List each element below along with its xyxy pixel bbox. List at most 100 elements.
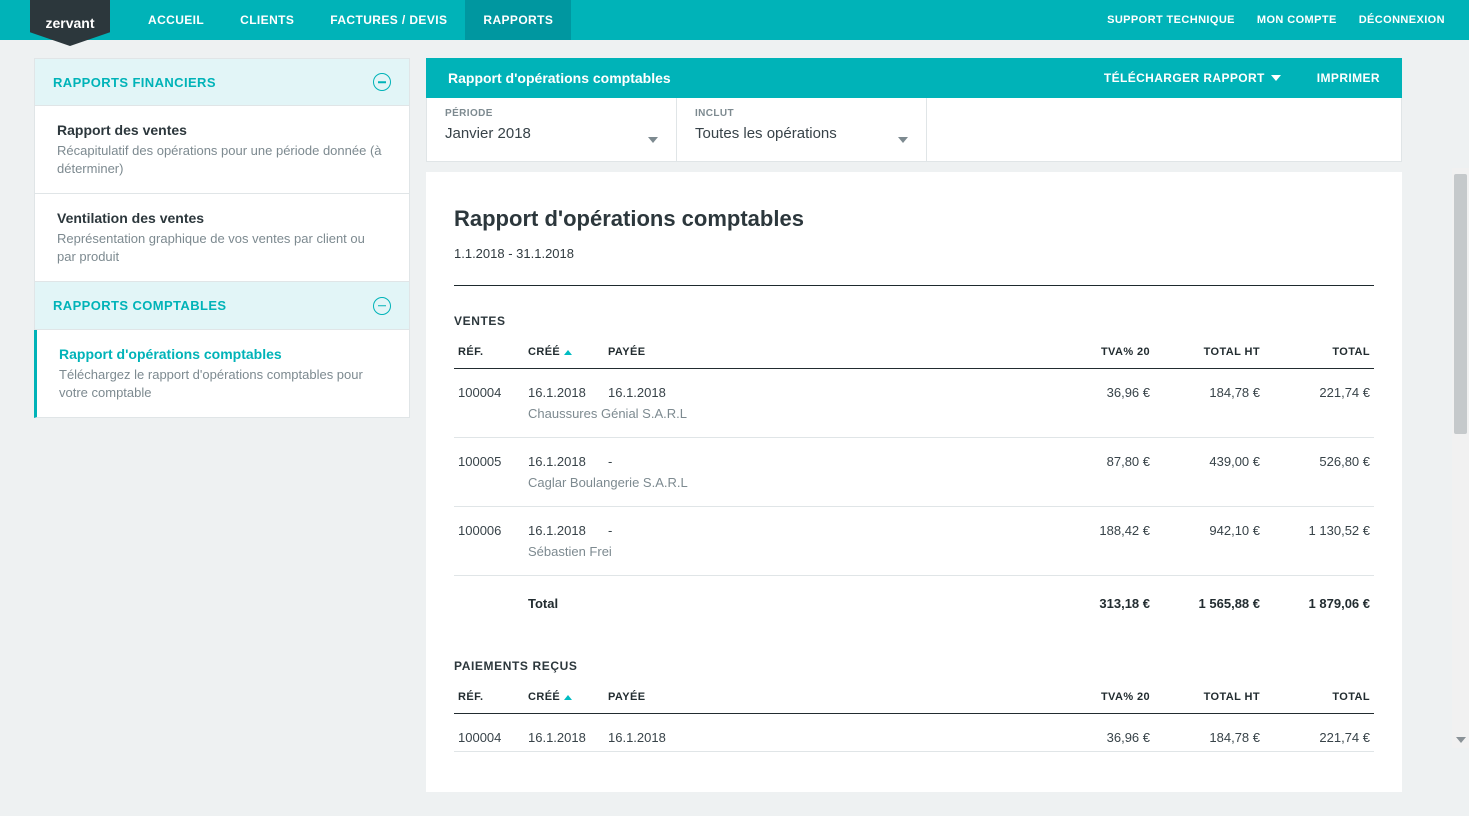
table-header-row: RÉF. CRÉÉ PAYÉE TVA% 20 TOTAL HT TOTAL [454, 338, 1374, 369]
main-header: Rapport d'opérations comptables TÉLÉCHAR… [426, 58, 1402, 98]
cell-client: Caglar Boulangerie S.A.R.L [524, 475, 1374, 507]
cell-total: 221,74 € [1264, 714, 1374, 752]
main-title: Rapport d'opérations comptables [448, 70, 671, 86]
filters-bar: PÉRIODE Janvier 2018 INCLUT Toutes les o… [426, 98, 1402, 162]
collapse-icon[interactable] [373, 73, 391, 91]
cell-ref: 100006 [454, 507, 524, 545]
section-financial-title: RAPPORTS FINANCIERS [53, 75, 216, 90]
sidebar-item-title: Rapport des ventes [57, 122, 387, 138]
group-paiements-title: PAIEMENTS REÇUS [454, 659, 1374, 673]
nav-accueil[interactable]: ACCUEIL [130, 0, 222, 40]
col-ref[interactable]: RÉF. [454, 683, 524, 714]
filter-period-label: PÉRIODE [445, 108, 658, 119]
sidebar-item-desc: Téléchargez le rapport d'opérations comp… [59, 366, 387, 401]
top-right-nav: SUPPORT TECHNIQUE MON COMPTE DÉCONNEXION [1107, 0, 1469, 40]
print-button[interactable]: IMPRIMER [1317, 71, 1380, 85]
filter-include-label: INCLUT [695, 108, 908, 119]
caret-down-icon [898, 137, 908, 143]
cell-ht: 942,10 € [1154, 507, 1264, 545]
nav-factures-devis[interactable]: FACTURES / DEVIS [312, 0, 465, 40]
filter-include[interactable]: INCLUT Toutes les opérations [677, 98, 927, 161]
sidebar-item-sales-breakdown[interactable]: Ventilation des ventes Représentation gr… [34, 194, 410, 282]
cell-created: 16.1.2018 [524, 438, 604, 476]
filter-period[interactable]: PÉRIODE Janvier 2018 [427, 98, 677, 161]
cell-vat: 36,96 € [1044, 369, 1154, 407]
col-created[interactable]: CRÉÉ [524, 683, 604, 714]
scroll-thumb[interactable] [1454, 174, 1467, 434]
col-vat[interactable]: TVA% 20 [1044, 683, 1154, 714]
sidebar-item-sales-report[interactable]: Rapport des ventes Récapitulatif des opé… [34, 106, 410, 194]
nav-rapports[interactable]: RAPPORTS [465, 0, 571, 40]
topbar: zervant ACCUEIL CLIENTS FACTURES / DEVIS… [0, 0, 1469, 40]
table-row: 100004 16.1.2018 16.1.2018 36,96 € 184,7… [454, 369, 1374, 407]
cell-vat: 188,42 € [1044, 507, 1154, 545]
cell-vat: 36,96 € [1044, 714, 1154, 752]
section-accounting-title: RAPPORTS COMPTABLES [53, 298, 226, 313]
nav-clients[interactable]: CLIENTS [222, 0, 312, 40]
cell-vat: 87,80 € [1044, 438, 1154, 476]
cell-ht: 439,00 € [1154, 438, 1264, 476]
table-paiements: RÉF. CRÉÉ PAYÉE TVA% 20 TOTAL HT TOTAL 1… [454, 683, 1374, 752]
sidebar: RAPPORTS FINANCIERS Rapport des ventes R… [0, 40, 426, 418]
report-scroll[interactable]: Rapport d'opérations comptables 1.1.2018… [426, 162, 1402, 816]
total-ht: 1 565,88 € [1154, 576, 1264, 632]
download-label: TÉLÉCHARGER RAPPORT [1104, 71, 1265, 85]
sort-asc-icon [564, 695, 572, 700]
link-logout[interactable]: DÉCONNEXION [1359, 14, 1445, 26]
filter-include-value: Toutes les opérations [695, 125, 908, 142]
total-label: Total [524, 576, 1044, 632]
table-ventes: RÉF. CRÉÉ PAYÉE TVA% 20 TOTAL HT TOTAL 1… [454, 338, 1374, 631]
caret-down-icon [648, 137, 658, 143]
table-total-row: Total 313,18 € 1 565,88 € 1 879,06 € [454, 576, 1374, 632]
section-financial-reports[interactable]: RAPPORTS FINANCIERS [34, 58, 410, 106]
divider [454, 285, 1374, 286]
scrollbar[interactable] [1452, 168, 1469, 748]
collapse-icon[interactable] [373, 297, 391, 315]
col-paid[interactable]: PAYÉE [604, 338, 1044, 369]
cell-paid: 16.1.2018 [604, 369, 1044, 407]
section-accounting-reports[interactable]: RAPPORTS COMPTABLES [34, 282, 410, 330]
logo[interactable]: zervant [30, 0, 110, 40]
table-row-client: Sébastien Frei [454, 544, 1374, 576]
sort-asc-icon [564, 350, 572, 355]
sidebar-item-desc: Récapitulatif des opérations pour une pé… [57, 142, 387, 177]
report-title: Rapport d'opérations comptables [454, 206, 1374, 232]
col-paid[interactable]: PAYÉE [604, 683, 1044, 714]
cell-ref: 100005 [454, 438, 524, 476]
cell-created: 16.1.2018 [524, 369, 604, 407]
col-total[interactable]: TOTAL [1264, 338, 1374, 369]
total-total: 1 879,06 € [1264, 576, 1374, 632]
link-support[interactable]: SUPPORT TECHNIQUE [1107, 14, 1235, 26]
download-report-button[interactable]: TÉLÉCHARGER RAPPORT [1104, 71, 1281, 85]
col-created[interactable]: CRÉÉ [524, 338, 604, 369]
filter-period-value: Janvier 2018 [445, 125, 658, 142]
cell-created: 16.1.2018 [524, 714, 604, 752]
main-nav: ACCUEIL CLIENTS FACTURES / DEVIS RAPPORT… [130, 0, 571, 40]
col-vat[interactable]: TVA% 20 [1044, 338, 1154, 369]
cell-client: Sébastien Frei [524, 544, 1374, 576]
cell-ht: 184,78 € [1154, 714, 1264, 752]
col-total[interactable]: TOTAL [1264, 683, 1374, 714]
cell-ref: 100004 [454, 369, 524, 407]
table-row-client: Chaussures Génial S.A.R.L [454, 406, 1374, 438]
table-header-row: RÉF. CRÉÉ PAYÉE TVA% 20 TOTAL HT TOTAL [454, 683, 1374, 714]
table-row-client: Caglar Boulangerie S.A.R.L [454, 475, 1374, 507]
table-row: 100006 16.1.2018 - 188,42 € 942,10 € 1 1… [454, 507, 1374, 545]
report-date-range: 1.1.2018 - 31.1.2018 [454, 246, 1374, 261]
brand-label: zervant [30, 0, 110, 46]
scroll-down-icon[interactable] [1454, 731, 1467, 748]
sidebar-item-title: Rapport d'opérations comptables [59, 346, 387, 362]
col-ht[interactable]: TOTAL HT [1154, 338, 1264, 369]
main-panel: Rapport d'opérations comptables TÉLÉCHAR… [426, 58, 1402, 816]
cell-total: 1 130,52 € [1264, 507, 1374, 545]
sidebar-item-desc: Représentation graphique de vos ventes p… [57, 230, 387, 265]
sidebar-item-accounting-report[interactable]: Rapport d'opérations comptables Téléchar… [34, 330, 410, 418]
cell-paid: - [604, 438, 1044, 476]
cell-paid: - [604, 507, 1044, 545]
link-account[interactable]: MON COMPTE [1257, 14, 1337, 26]
cell-client: Chaussures Génial S.A.R.L [524, 406, 1374, 438]
col-ht[interactable]: TOTAL HT [1154, 683, 1264, 714]
cell-ref: 100004 [454, 714, 524, 752]
col-ref[interactable]: RÉF. [454, 338, 524, 369]
total-vat: 313,18 € [1044, 576, 1154, 632]
